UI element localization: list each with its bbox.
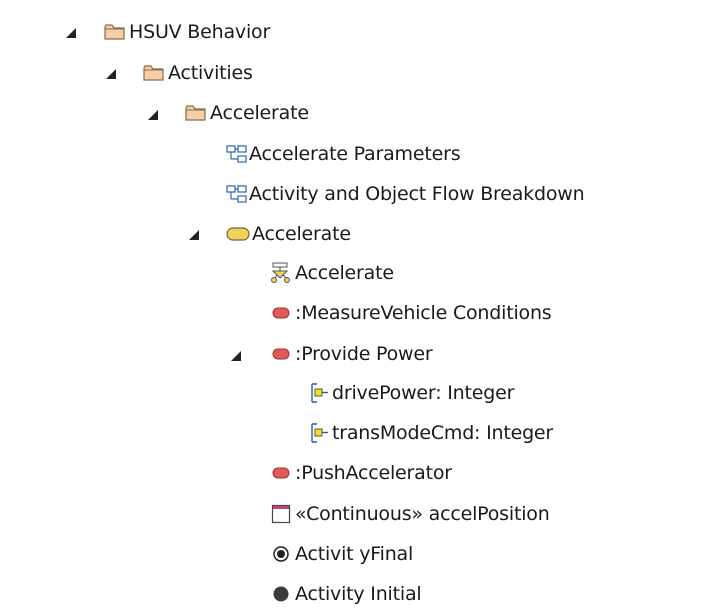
tree-item-label: Accelerate — [295, 262, 394, 284]
tree-item-accel-position[interactable]: «Continuous» accelPosition — [270, 497, 550, 531]
action-icon — [270, 463, 292, 483]
initial-node-icon — [270, 584, 292, 604]
tree-item-label: Activities — [168, 62, 253, 84]
expand-toggle-accelerate-folder[interactable] — [146, 108, 159, 121]
expand-toggle-accelerate-activity[interactable] — [187, 228, 200, 241]
tree-item-push-accelerator[interactable]: :PushAccelerator — [270, 456, 452, 490]
tree-item-label: «Continuous» accelPosition — [295, 503, 550, 525]
pin-icon — [308, 383, 330, 403]
activity-diagram-icon — [270, 262, 292, 283]
tree-item-label: transModeCmd: Integer — [332, 422, 554, 444]
expand-toggle-hsuv-behavior[interactable] — [64, 26, 77, 39]
collapse-arrow-icon — [188, 229, 199, 240]
tree-item-accelerate-folder[interactable]: Accelerate — [185, 96, 309, 130]
action-icon — [270, 344, 292, 364]
tree-item-label: drivePower: Integer — [332, 382, 515, 404]
collapse-arrow-icon — [65, 27, 76, 38]
tree-item-label: Accelerate — [252, 223, 351, 245]
tree-item-accelerate-diagram[interactable]: Accelerate — [270, 256, 394, 290]
pin-icon — [308, 423, 330, 443]
tree-item-activity-object-flow-breakdown[interactable]: Activity and Object Flow Breakdown — [226, 177, 585, 211]
action-icon — [270, 303, 292, 323]
tree-item-label: Accelerate Parameters — [249, 143, 461, 165]
activity-icon — [226, 224, 250, 244]
tree-item-label: :MeasureVehicle Conditions — [295, 302, 552, 324]
tree-item-label: Activity and Object Flow Breakdown — [249, 183, 585, 205]
tree-item-label: Activity Initial — [295, 583, 422, 605]
tree-item-hsuv-behavior[interactable]: HSUV Behavior — [104, 15, 270, 49]
project-browser-tree: HSUV Behavior Activities Accelerate Acce… — [0, 0, 713, 611]
tree-item-accelerate-parameters[interactable]: Accelerate Parameters — [226, 137, 461, 171]
tree-item-activity-final[interactable]: Activit yFinal — [270, 537, 413, 571]
collapse-arrow-icon — [105, 68, 116, 79]
folder-icon — [143, 63, 165, 83]
diagram-icon — [226, 144, 248, 164]
tree-item-accelerate-activity[interactable]: Accelerate — [226, 217, 351, 251]
tree-item-label: :PushAccelerator — [295, 462, 452, 484]
tree-item-label: Accelerate — [210, 102, 309, 124]
collapse-arrow-icon — [147, 109, 158, 120]
folder-icon — [104, 22, 126, 42]
expand-toggle-provide-power[interactable] — [229, 349, 242, 362]
tree-item-activity-initial[interactable]: Activity Initial — [270, 577, 422, 611]
final-node-icon — [270, 544, 292, 564]
expand-toggle-activities[interactable] — [104, 67, 117, 80]
folder-icon — [185, 103, 207, 123]
tree-item-label: :Provide Power — [295, 343, 433, 365]
diagram-icon — [226, 184, 248, 204]
tree-item-trans-mode-cmd[interactable]: transModeCmd: Integer — [308, 416, 553, 450]
tree-item-label: HSUV Behavior — [129, 21, 271, 43]
tree-item-measure-vehicle-conditions[interactable]: :MeasureVehicle Conditions — [270, 296, 552, 330]
tree-item-activities[interactable]: Activities — [143, 56, 253, 90]
tree-item-provide-power[interactable]: :Provide Power — [270, 337, 433, 371]
tree-item-drive-power[interactable]: drivePower: Integer — [308, 376, 514, 410]
tree-item-label: Activit yFinal — [295, 543, 414, 565]
object-node-icon — [270, 504, 292, 524]
collapse-arrow-icon — [230, 350, 241, 361]
